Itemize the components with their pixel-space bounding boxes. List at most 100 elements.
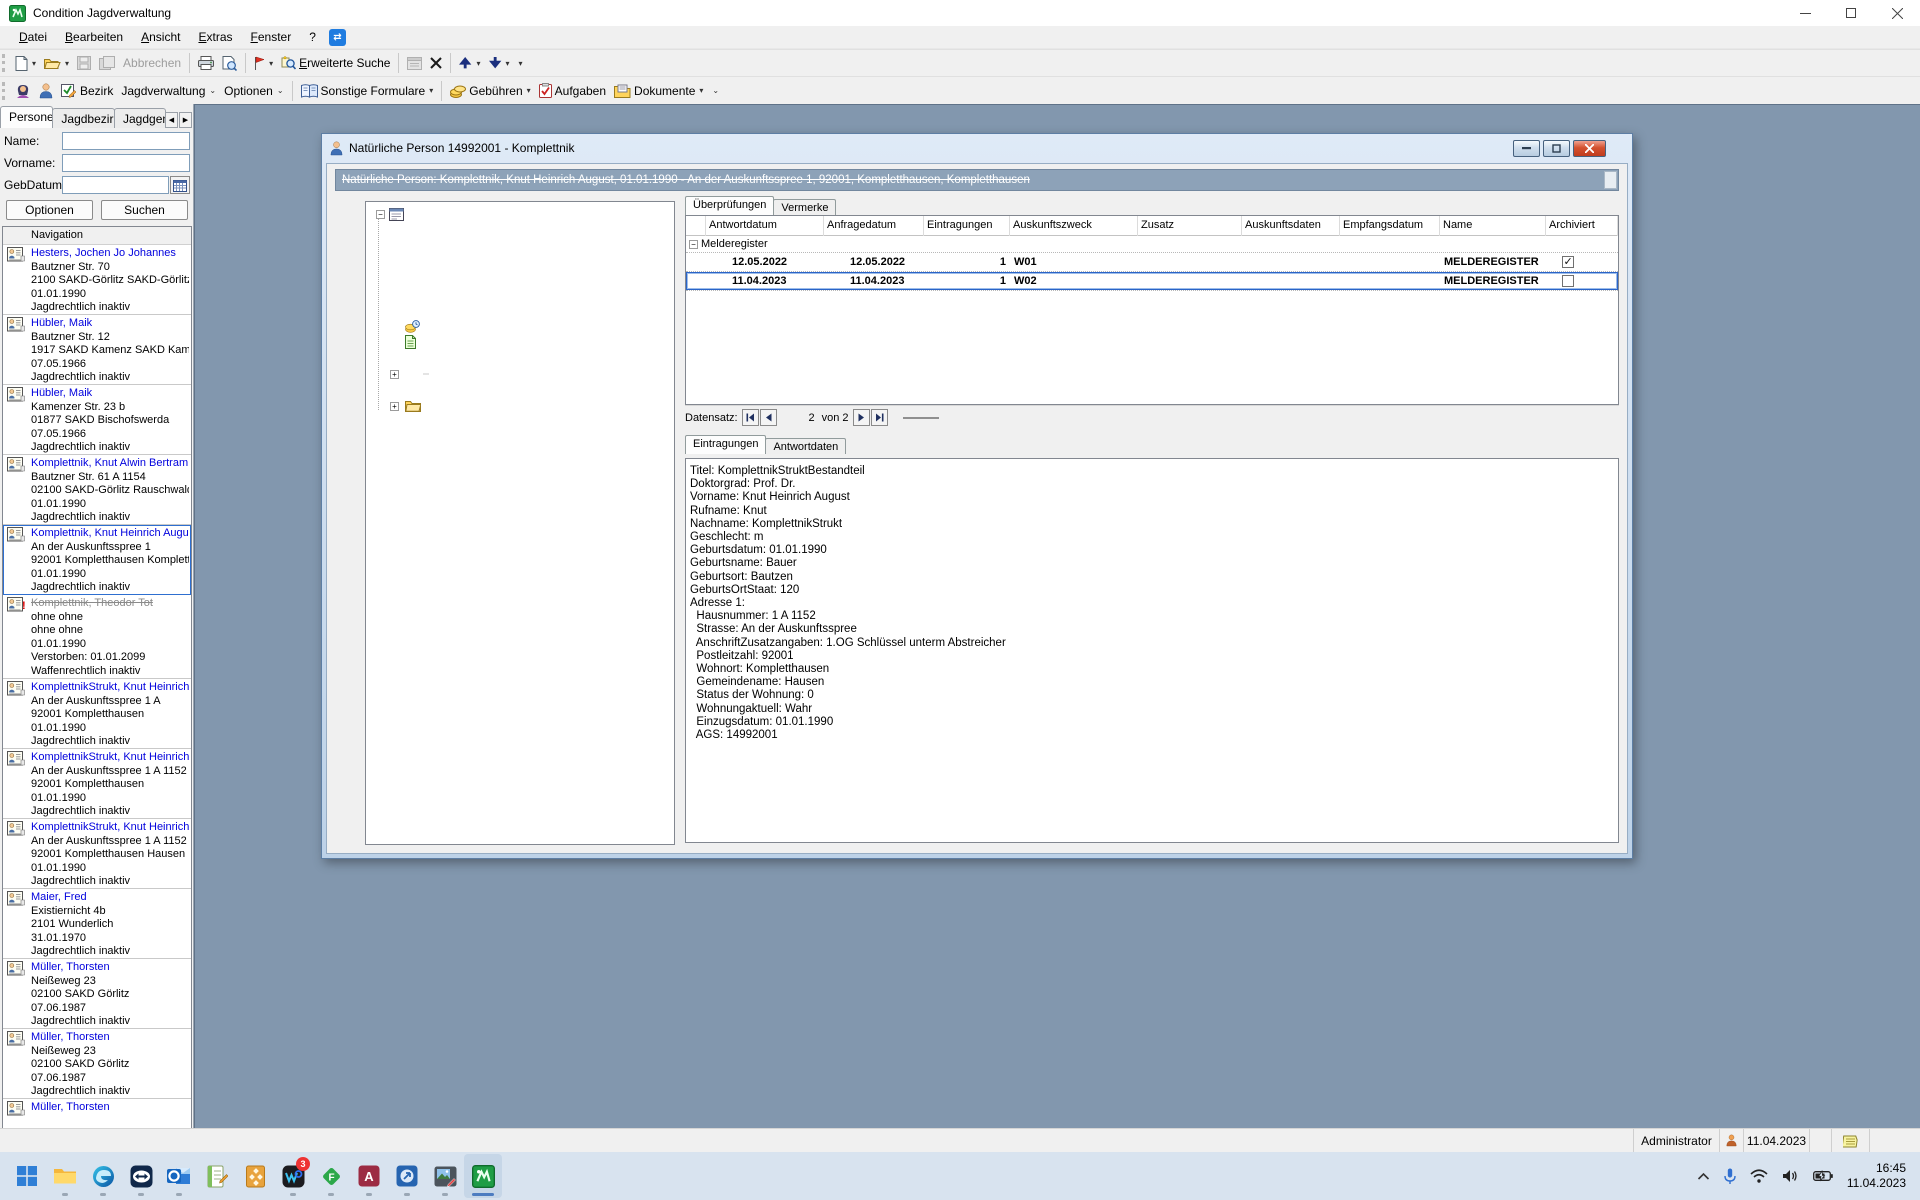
table-row[interactable]: 12.05.202212.05.20221W01MELDEREGISTER <box>686 253 1618 272</box>
tree-node-label[interactable] <box>423 405 429 407</box>
tree-node[interactable] <box>368 334 672 350</box>
toolbar-grip[interactable] <box>2 82 7 100</box>
table-row[interactable]: 11.04.202311.04.20231W02MELDEREGISTER <box>686 272 1618 291</box>
gebdatum-input[interactable] <box>62 176 169 194</box>
person-list-item[interactable]: Komplettnik, Knut Alwin Bertram Christia… <box>3 455 191 525</box>
properties-button[interactable] <box>403 52 426 74</box>
taskbar-imaging-button[interactable] <box>426 1154 464 1198</box>
splitter-grip[interactable] <box>903 417 939 419</box>
tab-personen[interactable]: Personen <box>0 106 53 128</box>
jagdverwaltung-menu-button[interactable]: Jagdverwaltung⌄ <box>117 80 220 102</box>
vorname-input[interactable] <box>62 154 190 172</box>
tab-scroll-right-button[interactable]: ▶ <box>179 112 192 128</box>
person-list-item[interactable]: KomplettnikStrukt, Knut Heinrich AugustA… <box>3 819 191 889</box>
first-record-button[interactable] <box>742 409 759 426</box>
tree-node-label[interactable] <box>423 341 429 343</box>
table-column-header[interactable]: Antwortdatum <box>706 216 824 236</box>
taskbar-outlook-button[interactable] <box>160 1154 198 1198</box>
dialog-header-button[interactable] <box>1604 171 1617 189</box>
erweiterte-suche-button[interactable]: Erweiterte Suche <box>277 52 394 74</box>
tree-node-label[interactable] <box>423 293 429 295</box>
tree-root-node[interactable]: − <box>368 206 672 222</box>
person-list-item[interactable]: Hübler, MaikBautzner Str. 121917 SAKD Ka… <box>3 315 191 385</box>
taskbar-remote-button[interactable] <box>388 1154 426 1198</box>
open-button[interactable]: ▾ <box>40 52 73 74</box>
taskbar-condition-button[interactable] <box>464 1154 502 1198</box>
menu-item-extras[interactable]: Extras <box>189 27 241 47</box>
dokumente-button[interactable]: Dokumente▾ <box>610 80 707 102</box>
tab-scroll-left-button[interactable]: ◀ <box>165 112 178 128</box>
expand-icon[interactable]: + <box>390 370 399 379</box>
menu-item-fenster[interactable]: Fenster <box>242 27 301 47</box>
wifi-icon[interactable] <box>1750 1169 1768 1183</box>
tab-jagdgenossen[interactable]: Jagdgenossen <box>114 108 166 128</box>
person-list-item[interactable]: Müller, ThorstenNeißeweg 2302100 SAKD Gö… <box>3 1029 191 1099</box>
taskbar-access-button[interactable]: A <box>350 1154 388 1198</box>
minimize-button[interactable] <box>1782 0 1828 26</box>
tree-node-label[interactable] <box>423 277 429 279</box>
person-list-item[interactable]: Hesters, Jochen Jo JohannesBautzner Str.… <box>3 245 191 315</box>
table-column-header[interactable]: Anfragedatum <box>824 216 924 236</box>
tree-node-label[interactable] <box>423 261 429 263</box>
suchen-button[interactable]: Suchen <box>101 200 188 220</box>
start-button[interactable] <box>8 1154 46 1198</box>
dialog-close-button[interactable] <box>1573 140 1606 157</box>
tab-eintragungen[interactable]: Eintragungen <box>685 435 766 454</box>
person-list-item[interactable]: !Komplettnik, Theodor Totohne ohneohne o… <box>3 595 191 679</box>
print-button[interactable] <box>194 52 218 74</box>
taskbar-teamviewer-button[interactable] <box>122 1154 160 1198</box>
last-record-button[interactable] <box>871 409 888 426</box>
tree-node[interactable]: + <box>368 398 672 414</box>
taskbar-forms-button[interactable] <box>236 1154 274 1198</box>
tray-chevron-icon[interactable] <box>1697 1172 1710 1180</box>
person-list-item[interactable]: KomplettnikStrukt, Knut Heinrich AugustA… <box>3 749 191 819</box>
toolbar-overflow-button[interactable]: ⌄ <box>707 80 723 102</box>
tree-node-label[interactable] <box>423 357 429 359</box>
taskbar-notes-button[interactable] <box>198 1154 236 1198</box>
table-column-header[interactable]: Name <box>1440 216 1546 236</box>
status-notes-cell[interactable] <box>1832 1129 1870 1152</box>
menu-item-ansicht[interactable]: Ansicht <box>132 27 189 47</box>
table-column-header[interactable]: Auskunftszweck <box>1010 216 1138 236</box>
menu-item-bearbeiten[interactable]: Bearbeiten <box>56 27 132 47</box>
new-document-button[interactable]: ▾ <box>11 52 40 74</box>
aufgaben-button[interactable]: Aufgaben <box>535 80 610 102</box>
table-column-header[interactable]: Eintragungen <box>924 216 1010 236</box>
person-list-item[interactable]: Müller, Thorsten <box>3 1099 191 1128</box>
maximize-button[interactable] <box>1828 0 1874 26</box>
tree-node[interactable] <box>368 254 672 270</box>
save-button[interactable] <box>73 52 95 74</box>
abbrechen-button[interactable]: Abbrechen <box>119 52 185 74</box>
taskbar-clock[interactable]: 16:45 11.04.2023 <box>1847 1161 1906 1191</box>
optionen-button[interactable]: Optionen <box>6 200 93 220</box>
menu-item-?[interactable]: ? <box>300 27 325 47</box>
flag-button[interactable]: ▾ <box>250 52 277 74</box>
microphone-icon[interactable] <box>1724 1168 1736 1185</box>
tree-node-label[interactable] <box>423 309 429 311</box>
dialog-minimize-button[interactable] <box>1513 140 1540 157</box>
tree-node-label[interactable] <box>423 245 429 247</box>
person-button[interactable] <box>35 80 57 102</box>
jagdgenossen-person-button[interactable] <box>11 80 35 102</box>
tree-node[interactable] <box>368 382 672 398</box>
toolbar-grip[interactable] <box>2 54 7 72</box>
tree-node[interactable] <box>368 238 672 254</box>
tab-vermerke[interactable]: Vermerke <box>773 199 836 215</box>
teamviewer-icon[interactable]: ⇄ <box>329 29 346 46</box>
tree-node[interactable] <box>368 270 672 286</box>
tree-node-label[interactable] <box>423 325 429 327</box>
tree-node[interactable] <box>368 286 672 302</box>
table-column-header[interactable]: Auskunftsdaten <box>1242 216 1340 236</box>
tree-node[interactable]: + <box>368 366 672 382</box>
tab-jagdbezirke[interactable]: Jagdbezirke <box>52 108 115 128</box>
name-input[interactable] <box>62 132 190 150</box>
person-list-item[interactable]: Komplettnik, Knut Heinrich AugustAn der … <box>3 525 191 595</box>
entry-detail-text[interactable]: Titel: KomplettnikStruktBestandteilDokto… <box>685 458 1619 843</box>
taskbar-webex-button[interactable]: 3 <box>274 1154 312 1198</box>
save-all-button[interactable] <box>95 52 119 74</box>
person-list-item[interactable]: KomplettnikStrukt, Knut Heinrich AugustA… <box>3 679 191 749</box>
person-list-item[interactable]: Maier, FredExistiernicht 4b2101 Wunderli… <box>3 889 191 959</box>
tree-node-label[interactable] <box>423 229 429 231</box>
tree-node[interactable] <box>368 318 672 334</box>
delete-button[interactable] <box>426 52 446 74</box>
